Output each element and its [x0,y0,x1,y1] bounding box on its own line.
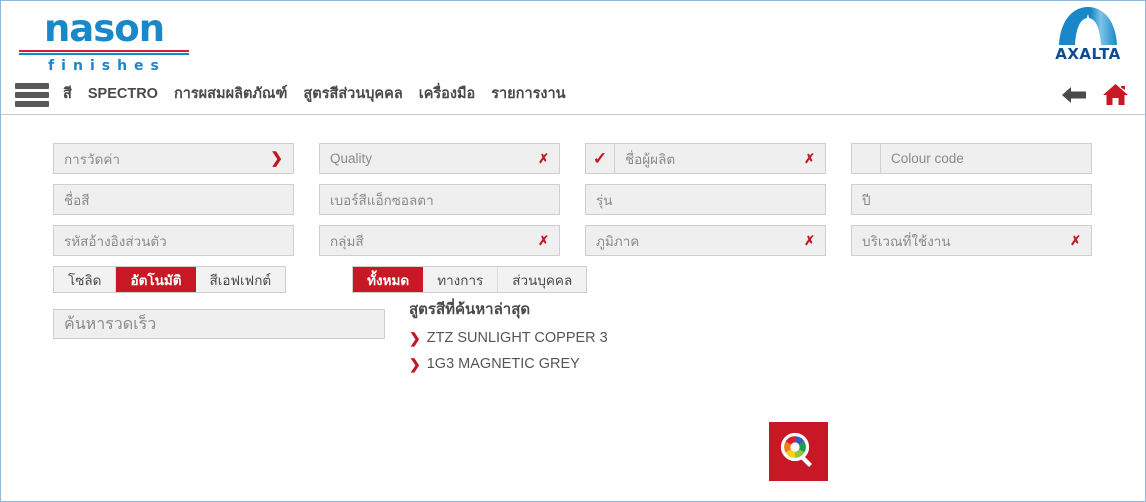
field-colour-code-label: Colour code [891,151,964,166]
toggle-effect[interactable]: สีเอฟเฟกต์ [195,267,286,292]
field-manufacturer-label: ชื่อผู้ผลิต [625,151,676,167]
nav-tools[interactable]: เครื่องมือ [411,74,484,115]
page-header: nason finishes AXALTA [1,1,1145,74]
recent-formula-item-2[interactable]: ❯ 1G3 MAGNETIC GREY [409,356,729,372]
nason-logo-tagline: finishes [48,58,166,74]
cell-colour-code: Colour code [851,143,1092,174]
field-year-label: ปี [862,192,871,208]
field-personal-reference-code-label: รหัสอ้างอิงส่วนตัว [64,233,167,249]
field-colour-code[interactable]: Colour code [851,143,1092,174]
cell-year: ปี [851,184,1092,215]
field-axalta-colour-number-label: เบอร์สีแอ็กซอลตา [330,192,434,208]
recent-formulas-panel: สูตรสีที่ค้นหาล่าสุด ❯ ZTZ SUNLIGHT COPP… [409,297,729,382]
field-model[interactable]: รุ่น [585,184,826,215]
cell-colour-name: ชื่อสี [53,184,294,215]
field-region-label: ภูมิภาค [596,233,640,249]
nason-logo-wordmark: nason [43,7,165,50]
nav-spectro[interactable]: SPECTRO [80,74,166,115]
field-region[interactable]: ภูมิภาค ✗ [585,225,826,256]
field-quality[interactable]: Quality ✗ [319,143,560,174]
chevron-down-icon: ✗ [1070,233,1081,248]
recent-formulas-title: สูตรสีที่ค้นหาล่าสุด [409,301,531,318]
recent-formula-label: 1G3 MAGNETIC GREY [426,356,580,372]
toggle-all[interactable]: ทั้งหมด [353,267,424,292]
form-row-3: รหัสอ้างอิงส่วนตัว กลุ่มสี ✗ ภูมิภาค ✗ บ… [53,225,1098,256]
nason-logo[interactable]: nason finishes [19,9,189,74]
field-model-label: รุ่น [596,192,613,208]
chevron-down-icon: ✗ [804,151,815,166]
axalta-logo[interactable]: AXALTA [1047,5,1129,63]
field-quality-label: Quality [330,151,373,166]
search-panel: การวัดค่า ❯ Quality ✗ ✓ ชื่อผู้ผลิต ✗ Co… [1,115,1145,501]
nav-product-mixing[interactable]: การผสมผลิตภัณฑ์ [166,74,295,115]
colour-search-form: การวัดค่า ❯ Quality ✗ ✓ ชื่อผู้ผลิต ✗ Co… [53,143,1098,266]
toggle-automatic[interactable]: อัตโนมัติ [116,267,196,292]
quick-search-placeholder: ค้นหารวดเร็ว [64,315,157,333]
main-navigation: สี SPECTRO การผสมผลิตภัณฑ์ สูตรสีส่วนบุค… [1,74,1145,115]
cell-measurement: การวัดค่า ❯ [53,143,294,174]
recent-formula-item-1[interactable]: ❯ ZTZ SUNLIGHT COPPER 3 [409,330,729,346]
field-colour-group-label: กลุ่มสี [330,233,364,249]
formula-scope-toggle: ทั้งหมด ทางการ ส่วนบุคคล [352,266,588,293]
cell-application-area: บริเวณที่ใช้งาน ✗ [851,225,1092,256]
cell-colour-group: กลุ่มสี ✗ [319,225,560,256]
toggle-row: โซลิด อัตโนมัติ สีเอฟเฟกต์ ทั้งหมด ทางกา… [53,266,588,293]
field-measurement-label: การวัดค่า [64,151,120,167]
logo-rule-red [19,50,189,52]
field-application-area-label: บริเวณที่ใช้งาน [862,233,951,249]
colour-search-button[interactable] [769,422,828,481]
hamburger-icon[interactable] [15,82,49,107]
field-colour-group[interactable]: กลุ่มสี ✗ [319,225,560,256]
toggle-solid[interactable]: โซลิด [54,267,117,292]
colour-wheel-magnifier-icon [780,432,812,467]
chevron-down-icon: ✗ [804,233,815,248]
field-application-area[interactable]: บริเวณที่ใช้งาน ✗ [851,225,1092,256]
cell-personal-reference-code: รหัสอ้างอิงส่วนตัว [53,225,294,256]
toggle-personal[interactable]: ส่วนบุคคล [498,267,587,292]
colour-code-indicator [852,144,881,173]
nav-left-group: สี SPECTRO การผสมผลิตภัณฑ์ สูตรสีส่วนบุค… [15,74,574,115]
form-row-1: การวัดค่า ❯ Quality ✗ ✓ ชื่อผู้ผลิต ✗ Co… [53,143,1098,174]
nav-colour[interactable]: สี [55,74,80,115]
quick-search-input[interactable]: ค้นหารวดเร็ว [53,309,385,339]
nav-job-list[interactable]: รายการงาน [483,74,573,115]
nav-personal-formulas[interactable]: สูตรสีส่วนบุคคล [295,74,410,115]
toggle-official[interactable]: ทางการ [423,267,499,292]
recent-formula-label: ZTZ SUNLIGHT COPPER 3 [426,330,608,346]
finish-type-toggle: โซลิด อัตโนมัติ สีเอฟเฟกต์ [53,266,287,293]
field-measurement[interactable]: การวัดค่า ❯ [53,143,294,174]
cell-manufacturer: ✓ ชื่อผู้ผลิต ✗ [585,143,826,174]
home-icon[interactable] [1102,83,1129,107]
manufacturer-selected-indicator: ✓ [586,144,615,173]
field-colour-name[interactable]: ชื่อสี [53,184,294,215]
chevron-down-icon: ✗ [538,151,549,166]
cell-quality: Quality ✗ [319,143,560,174]
chevron-right-icon: ❯ [409,356,421,372]
form-row-2: ชื่อสี เบอร์สีแอ็กซอลตา รุ่น ปี [53,184,1098,215]
nav-right-group [1060,74,1129,115]
cell-region: ภูมิภาค ✗ [585,225,826,256]
back-arrow-icon[interactable] [1060,84,1088,106]
field-colour-name-label: ชื่อสี [64,192,90,208]
cell-model: รุ่น [585,184,826,215]
chevron-right-icon: ❯ [270,150,283,167]
field-year[interactable]: ปี [851,184,1092,215]
app-window: nason finishes AXALTA สี SPECTRO การผสมผ… [0,0,1146,502]
field-manufacturer[interactable]: ✓ ชื่อผู้ผลิต ✗ [585,143,826,174]
cell-axalta-colour-number: เบอร์สีแอ็กซอลตา [319,184,560,215]
logo-rule-blue [19,53,189,55]
check-icon: ✓ [592,149,608,168]
chevron-right-icon: ❯ [409,330,421,346]
field-axalta-colour-number[interactable]: เบอร์สีแอ็กซอลตา [319,184,560,215]
axalta-arch-icon [1055,5,1121,47]
field-personal-reference-code[interactable]: รหัสอ้างอิงส่วนตัว [53,225,294,256]
chevron-down-icon: ✗ [538,233,549,248]
axalta-wordmark: AXALTA [1055,45,1121,63]
